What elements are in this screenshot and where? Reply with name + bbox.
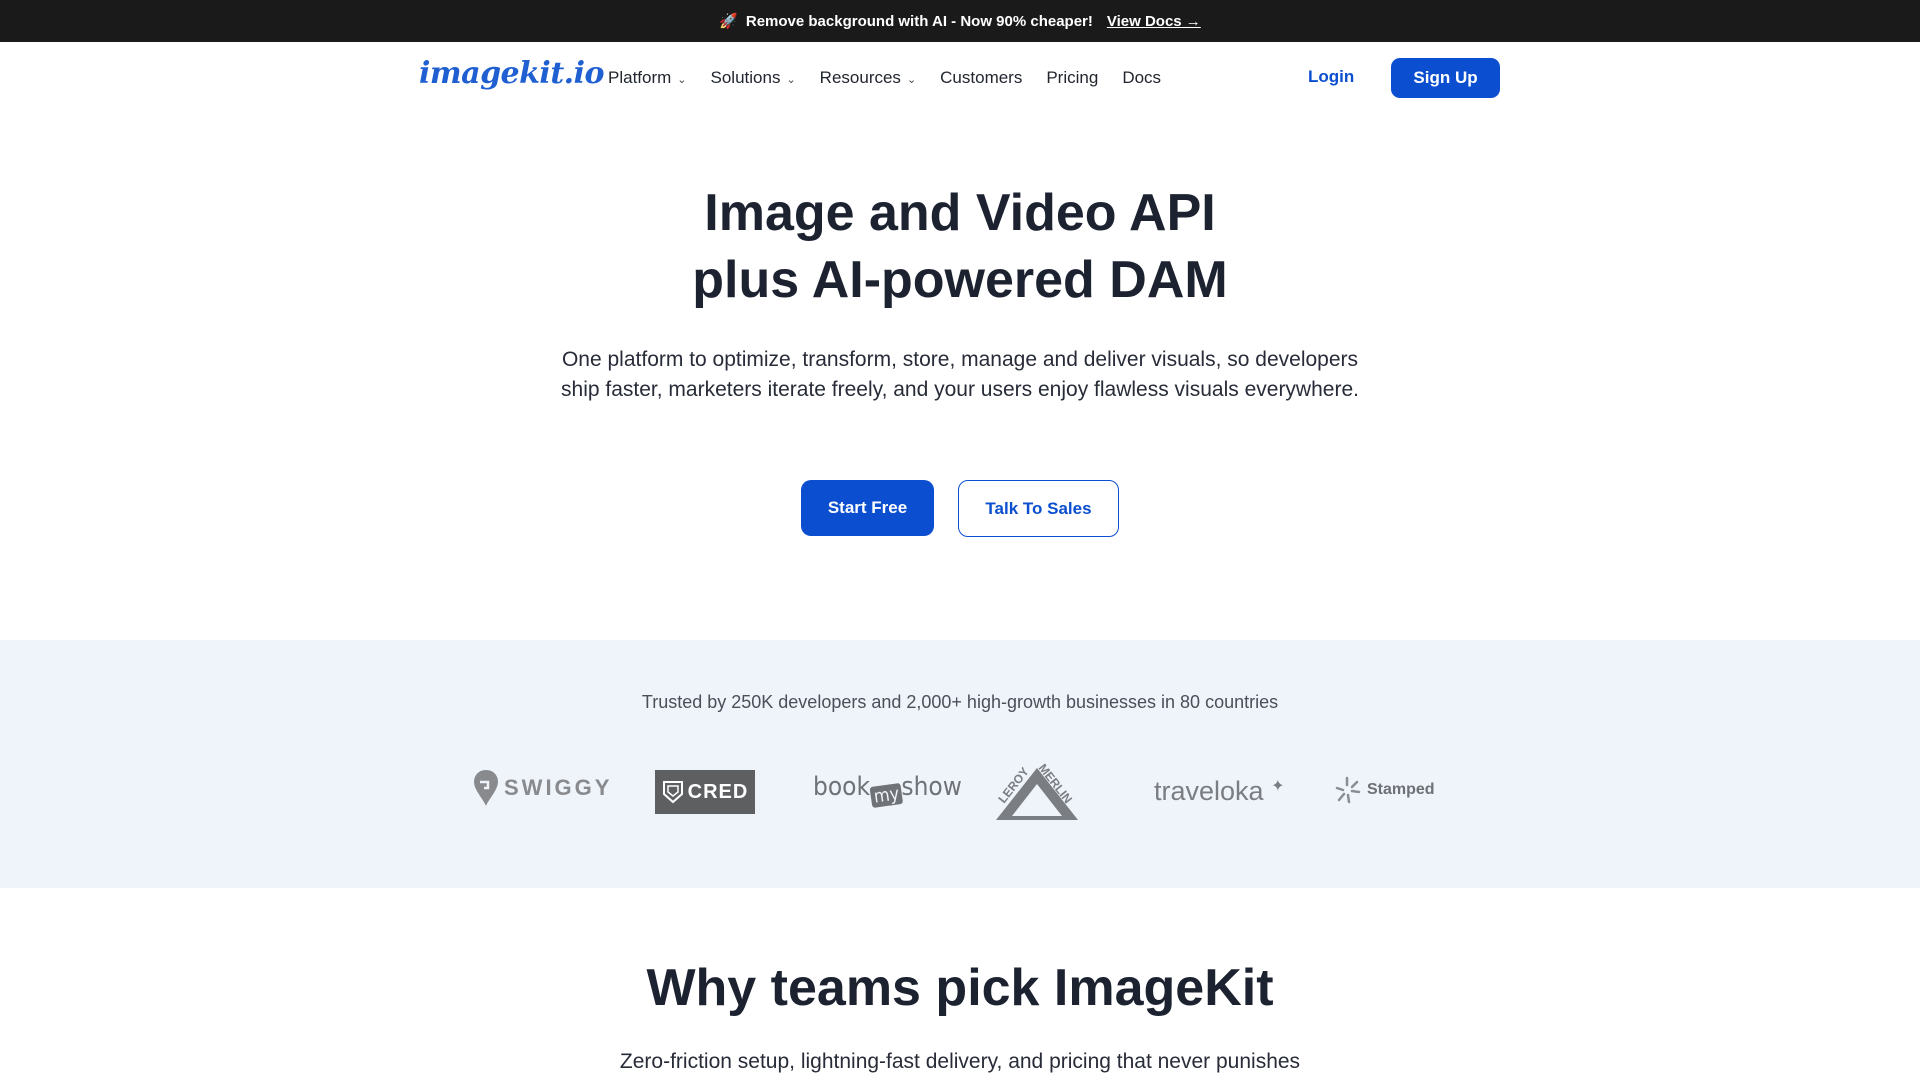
nav-item-label: Pricing (1046, 68, 1099, 87)
rocket-icon: 🚀 (719, 13, 738, 30)
top-navigation: imagekit.io Platform ⌄ Solutions ⌄ Resou… (0, 42, 1920, 114)
trusted-text: Trusted by 250K developers and 2,000+ hi… (641, 692, 1279, 712)
stamped-wordmark: Stamped (1367, 781, 1435, 798)
why-section-title: Why teams pick ImageKit (646, 959, 1274, 1017)
cred-logo: CRED (655, 770, 755, 814)
login-link[interactable]: Login (1308, 67, 1354, 87)
hero-title-line1: Image and Video API (704, 184, 1216, 242)
leroy-merlin-logo: LEROY MERLIN (994, 760, 1080, 822)
talk-to-sales-button[interactable]: Talk To Sales (958, 480, 1119, 537)
cred-wordmark: CRED (687, 780, 749, 803)
nav-item-label: Customers (940, 68, 1023, 87)
announcement-text: Remove background with AI - Now 90% chea… (745, 12, 1093, 30)
nav-item-pricing[interactable]: Pricing (1046, 68, 1098, 88)
stamped-burst-icon (1335, 776, 1361, 804)
chevron-down-icon: ⌄ (786, 73, 796, 86)
nav-item-resources[interactable]: Resources ⌄ (820, 68, 916, 88)
nav-item-label: Docs (1122, 68, 1162, 87)
hero-title-line2: plus AI-powered DAM (692, 251, 1228, 309)
leroy-merlin-triangle-icon: LEROY MERLIN (995, 761, 1078, 820)
nav-item-docs[interactable]: Docs (1122, 68, 1161, 88)
nav-item-solutions[interactable]: Solutions ⌄ (711, 68, 796, 88)
nav-item-customers[interactable]: Customers (940, 68, 1022, 88)
view-docs-link[interactable]: View Docs → (1107, 13, 1201, 30)
hero-subtitle: One platform to optimize, transform, sto… (561, 348, 1359, 401)
cred-shield-icon (662, 781, 683, 804)
nav-links: Platform ⌄ Solutions ⌄ Resources ⌄ Custo… (608, 68, 1185, 88)
hero-title: Image and Video API plus AI-powered DAM (0, 180, 1920, 314)
why-section-subtitle: Zero-friction setup, lightning-fast deli… (619, 1050, 1301, 1073)
bookmyshow-my: my (869, 782, 904, 809)
announcement-bar: 🚀 Remove background with AI - Now 90% ch… (0, 0, 1920, 42)
swiggy-wordmark: SWIGGY (504, 775, 613, 800)
swiggy-logo: SWIGGY (474, 770, 612, 806)
stamped-logo: Stamped (1333, 776, 1435, 804)
nav-item-label: Platform (608, 68, 672, 87)
bookmyshow-show: show (901, 772, 962, 802)
swiggy-pin-icon (474, 770, 498, 806)
start-free-button[interactable]: Start Free (801, 480, 934, 536)
nav-item-platform[interactable]: Platform ⌄ (608, 68, 687, 88)
trusted-section: Trusted by 250K developers and 2,000+ hi… (0, 640, 1920, 888)
nav-item-label: Resources (819, 68, 901, 87)
sign-up-button[interactable]: Sign Up (1391, 58, 1500, 98)
chevron-down-icon: ⌄ (677, 73, 687, 86)
traveloka-wordmark: traveloka (1154, 776, 1264, 806)
nav-item-label: Solutions (710, 68, 781, 87)
bird-icon: ✦ (1271, 778, 1285, 795)
bookmyshow-logo: book myshow (813, 772, 962, 809)
bookmyshow-book: book (813, 772, 871, 802)
chevron-down-icon: ⌄ (906, 73, 917, 86)
imagekit-logo[interactable]: imagekit.io (419, 56, 605, 91)
traveloka-logo: traveloka ✦ (1154, 776, 1284, 807)
